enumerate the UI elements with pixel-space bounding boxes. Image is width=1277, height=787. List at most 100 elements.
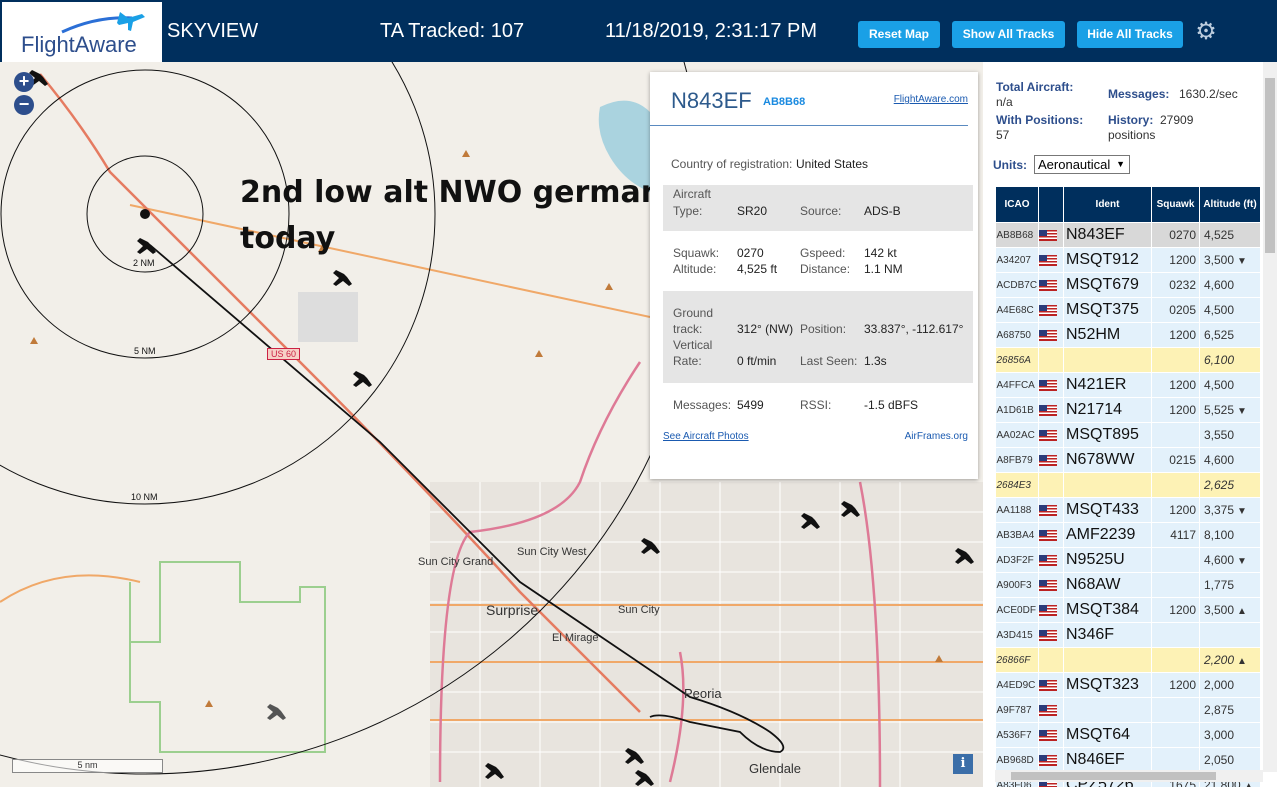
row-icao: A900F3 [995, 572, 1039, 598]
table-row[interactable]: A3D415 N346F [995, 622, 1261, 648]
horizontal-scrollbar[interactable] [995, 770, 1263, 782]
row-ident: MSQT433 [1063, 497, 1152, 523]
range-label-2nm: 2 NM [133, 258, 155, 268]
table-row[interactable]: A4ED9C MSQT323 1200 2,000 [995, 672, 1261, 698]
us-flag-icon [1039, 580, 1057, 592]
col-header-icao[interactable]: ICAO [995, 186, 1039, 223]
col-header-flag[interactable] [1038, 186, 1064, 223]
altitude-value: 4,600 [1204, 453, 1235, 467]
altitude-value: 1,775 [1204, 578, 1235, 592]
aircraft-photos-link[interactable]: See Aircraft Photos [663, 431, 749, 442]
position-value: 33.837°, -112.617° [864, 322, 964, 336]
row-flag [1038, 497, 1064, 523]
info-button[interactable]: i [953, 754, 973, 774]
row-flag [1038, 347, 1064, 373]
zoom-in-button[interactable]: + [14, 72, 34, 92]
gear-icon[interactable]: ⚙ [1193, 19, 1219, 45]
table-row[interactable]: AA02AC MSQT895 3,550 [995, 422, 1261, 448]
altitude-value: 4,600 [1204, 278, 1235, 292]
row-squawk: 0205 [1151, 297, 1200, 323]
table-row[interactable]: AB968D N846EF 2,050 [995, 747, 1261, 773]
table-row[interactable]: A900F3 N68AW 1,775 [995, 572, 1261, 598]
aircraft-detail-popup: N843EF AB8B68 FlightAware.com Country of… [650, 72, 978, 479]
table-row[interactable]: AB8B68 N843EF 0270 4,525 [995, 222, 1261, 248]
table-row[interactable]: A68750 N52HM 1200 6,525 [995, 322, 1261, 348]
row-squawk [1151, 722, 1200, 748]
table-row[interactable]: A4E68C MSQT375 0205 4,500 [995, 297, 1261, 323]
altitude-value: 4,500 [1204, 303, 1235, 317]
flightaware-link[interactable]: FlightAware.com [894, 94, 968, 105]
row-altitude: 4,500 [1199, 372, 1261, 398]
table-header-row: ICAO Ident Squawk Altitude (ft) [995, 186, 1261, 223]
row-icao: A4E68C [995, 297, 1039, 323]
table-row[interactable]: ACE0DF MSQT384 1200 3,500 ▲ [995, 597, 1261, 623]
row-altitude: 4,600 [1199, 272, 1261, 298]
total-aircraft-label: Total Aircraft: [996, 80, 1074, 94]
table-row[interactable]: A4FFCA N421ER 1200 4,500 [995, 372, 1261, 398]
table-row[interactable]: ACDB7C MSQT679 0232 4,600 [995, 272, 1261, 298]
col-header-altitude[interactable]: Altitude (ft) [1199, 186, 1261, 223]
altitude-label: Altitude: [673, 262, 717, 276]
table-row[interactable]: A536F7 MSQT64 3,000 [995, 722, 1261, 748]
row-ident: MSQT375 [1063, 297, 1152, 323]
source-label: Source: [800, 204, 842, 218]
with-positions-label: With Positions: [996, 113, 1084, 127]
units-selected-value: Aeronautical [1038, 157, 1111, 172]
popup-icao-link[interactable]: AB8B68 [763, 96, 805, 108]
reset-map-button[interactable]: Reset Map [858, 21, 940, 48]
altitude-value: 3,550 [1204, 428, 1235, 442]
row-altitude: 2,000 [1199, 672, 1261, 698]
airframes-link[interactable]: AirFrames.org [905, 431, 968, 442]
scrollbar-thumb[interactable] [1265, 78, 1275, 253]
show-all-tracks-button[interactable]: Show All Tracks [952, 21, 1065, 48]
last-seen-value: 1.3s [864, 354, 887, 368]
row-altitude: 3,500 ▲ [1199, 597, 1261, 623]
vertical-scrollbar[interactable] [1263, 62, 1277, 772]
row-flag [1038, 747, 1064, 773]
col-header-squawk[interactable]: Squawk [1151, 186, 1200, 223]
rssi-value: -1.5 dBFS [864, 398, 919, 412]
scrollbar-thumb[interactable] [1011, 772, 1216, 780]
header-bar: FlightAware SKYVIEW TA Tracked: 107 11/1… [0, 0, 1277, 62]
aircraft-list-panel: Total Aircraft: n/a Messages: 1630.2/sec… [983, 62, 1277, 787]
gspeed-value: 142 kt [864, 246, 897, 260]
row-altitude: 3,500 ▼ [1199, 247, 1261, 273]
descend-arrow-icon: ▼ [1237, 506, 1247, 517]
altitude-value: 6,100 [1204, 353, 1235, 367]
row-ident: MSQT679 [1063, 272, 1152, 298]
table-row[interactable]: A34207 MSQT912 1200 3,500 ▼ [995, 247, 1261, 273]
vertical-rate-label-1: Vertical [673, 338, 713, 352]
col-header-ident[interactable]: Ident [1063, 186, 1152, 223]
table-row[interactable]: AB3BA4 AMF2239 4117 8,100 [995, 522, 1261, 548]
table-row[interactable]: 26866F 2,200 ▲ [995, 647, 1261, 673]
row-flag [1038, 447, 1064, 473]
row-icao: A1D61B [995, 397, 1039, 423]
table-row[interactable]: AD3F2F N9525U 4,600 ▼ [995, 547, 1261, 573]
table-row[interactable]: 26856A 6,100 [995, 347, 1261, 373]
row-icao: A34207 [995, 247, 1039, 273]
table-row[interactable]: 2684E3 2,625 [995, 472, 1261, 498]
table-row[interactable]: AA1188 MSQT433 1200 3,375 ▼ [995, 497, 1261, 523]
row-flag [1038, 247, 1064, 273]
zoom-out-button[interactable]: − [14, 95, 34, 115]
history-value: 27909 [1160, 113, 1194, 127]
row-flag [1038, 397, 1064, 423]
row-flag [1038, 472, 1064, 498]
hide-all-tracks-button[interactable]: Hide All Tracks [1077, 21, 1183, 48]
row-altitude: 2,200 ▲ [1199, 647, 1261, 673]
altitude-value: 6,525 [1204, 328, 1235, 342]
altitude-value: 3,500 [1204, 603, 1235, 617]
aircraft-type-label-2: Type: [673, 204, 703, 218]
table-row[interactable]: A8FB79 N678WW 0215 4,600 [995, 447, 1261, 473]
table-row[interactable]: A9F787 2,875 [995, 697, 1261, 723]
row-icao: A68750 [995, 322, 1039, 348]
row-icao: A4FFCA [995, 372, 1039, 398]
row-icao: AB3BA4 [995, 522, 1039, 548]
descend-arrow-icon: ▼ [1237, 556, 1247, 567]
last-seen-label: Last Seen: [800, 354, 858, 368]
flightaware-logo[interactable]: FlightAware [2, 2, 162, 62]
units-select[interactable]: Aeronautical ▼ [1034, 155, 1130, 174]
row-icao: A9F787 [995, 697, 1039, 723]
table-row[interactable]: A1D61B N21714 1200 5,525 ▼ [995, 397, 1261, 423]
aircraft-type-value: SR20 [737, 204, 768, 218]
